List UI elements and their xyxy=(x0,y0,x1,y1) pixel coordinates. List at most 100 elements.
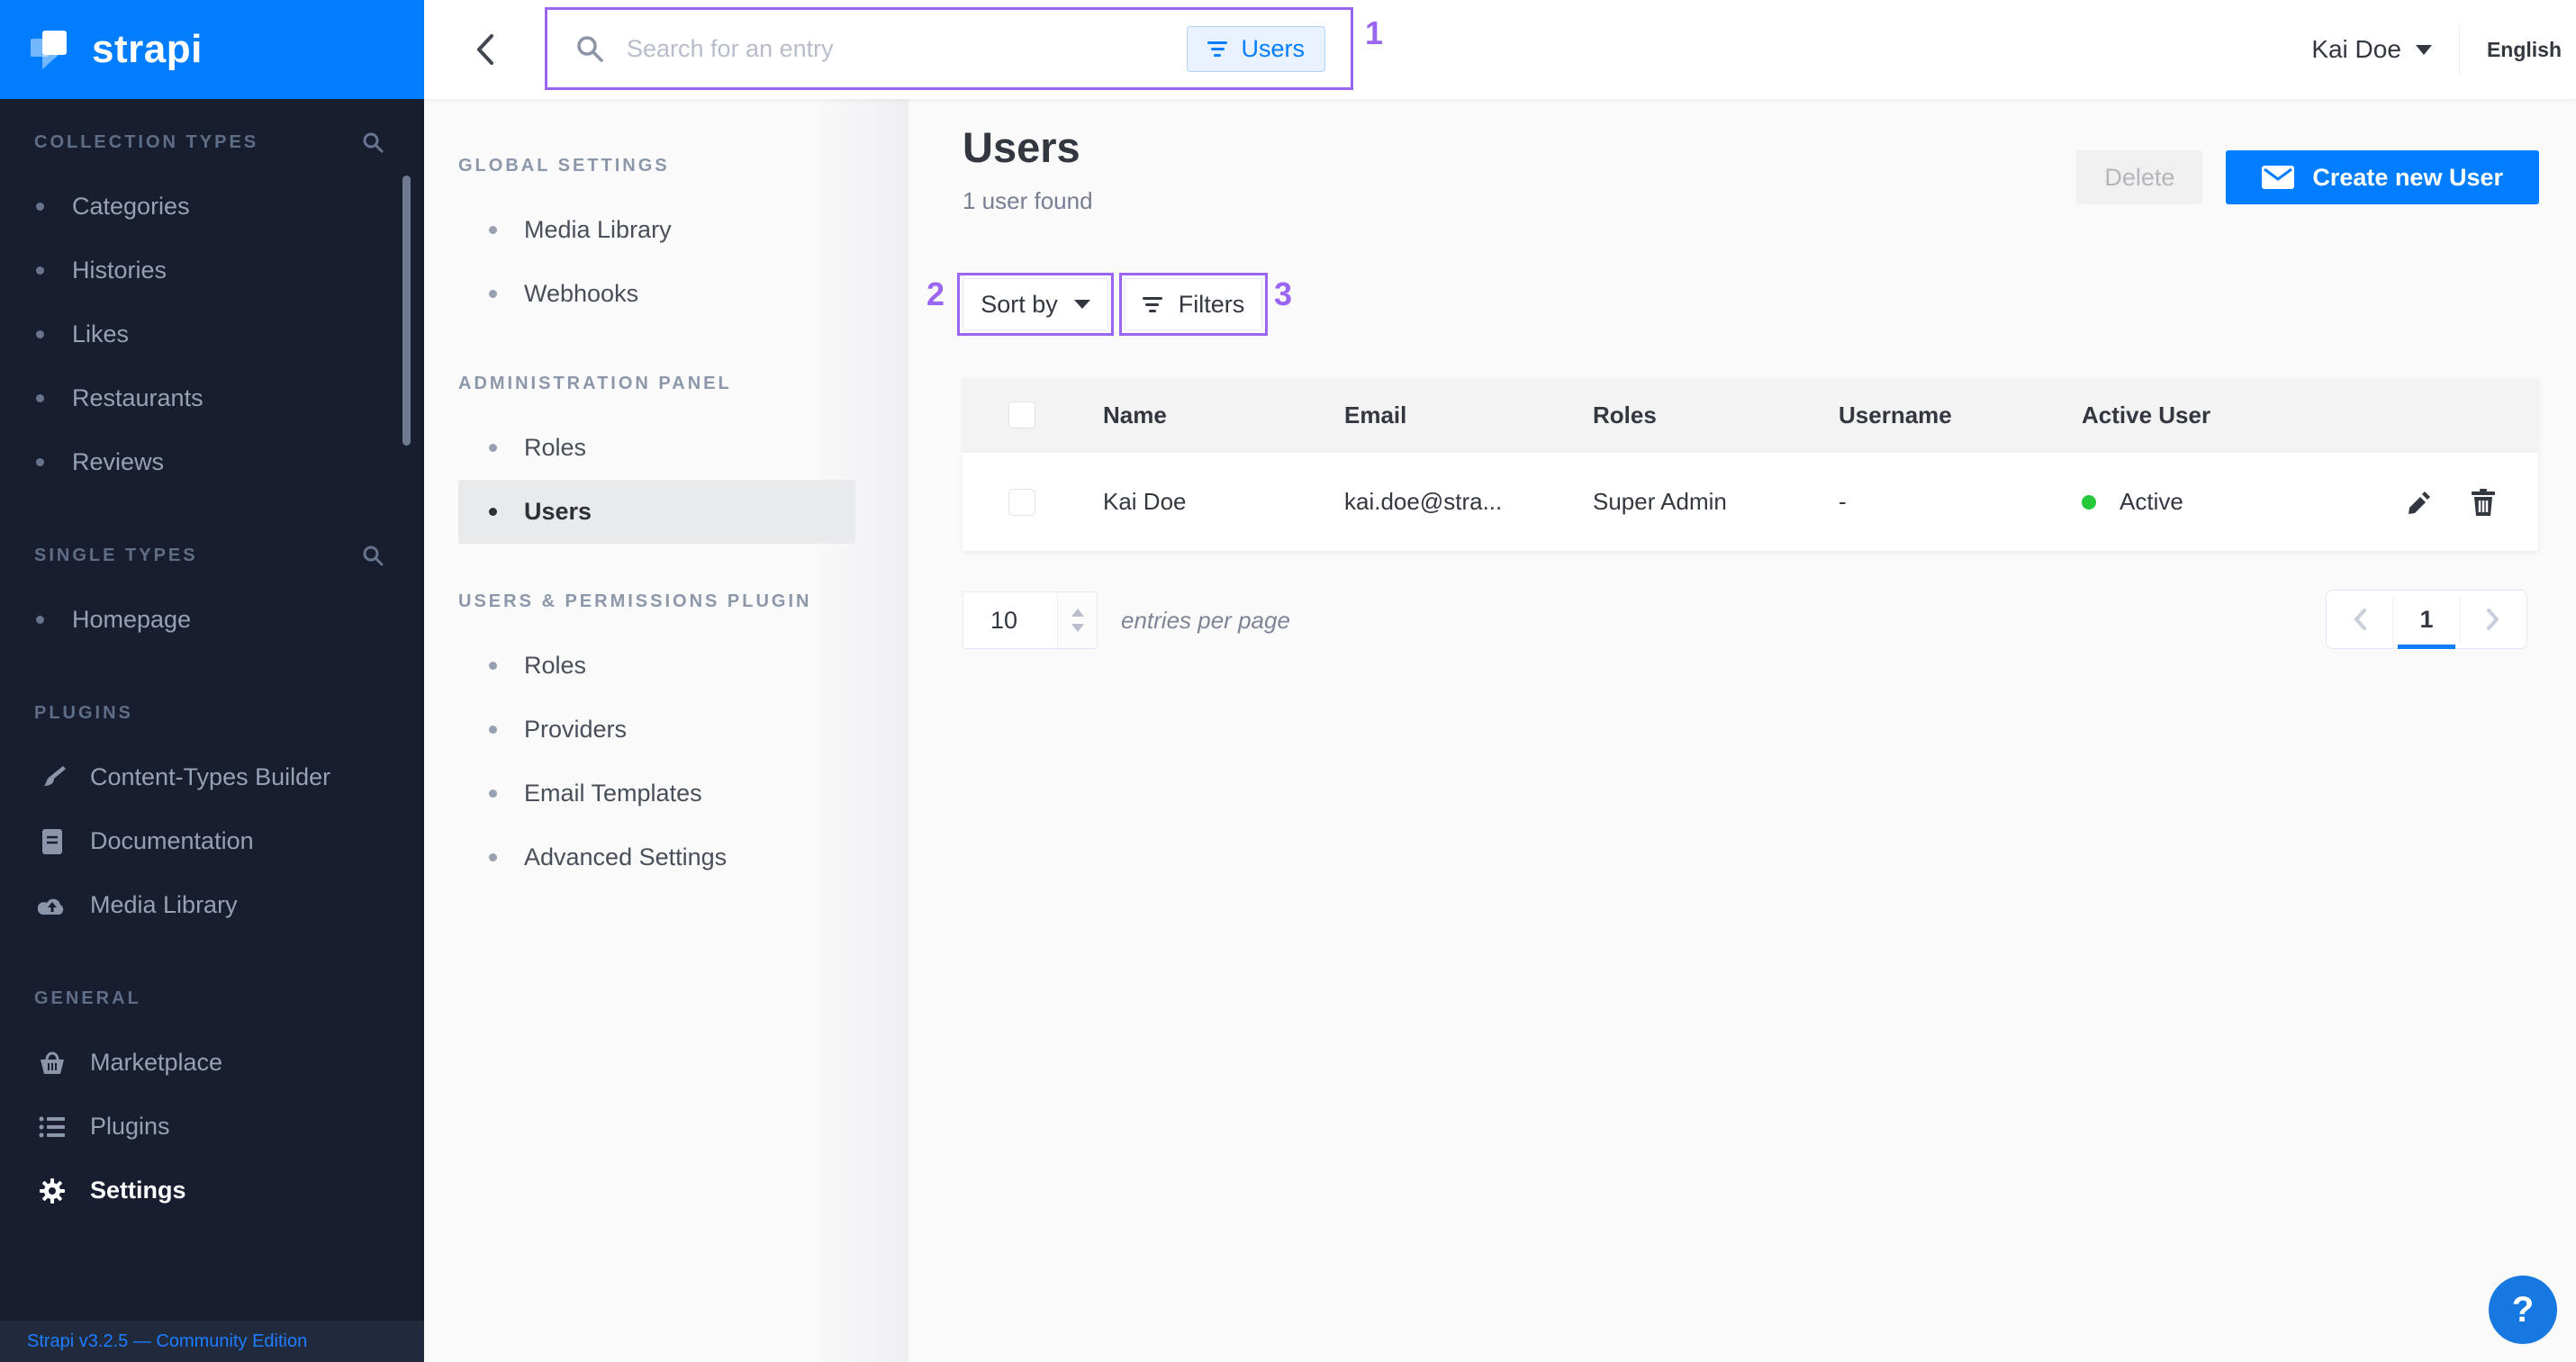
sidebar-item-content-types-builder[interactable]: Content-Types Builder xyxy=(0,745,424,809)
settings-sidebar: GLOBAL SETTINGS Media Library Webhooks A… xyxy=(424,99,908,1362)
filters-button[interactable]: Filters xyxy=(1125,278,1262,330)
main-sidebar: strapi COLLECTION TYPES Categories Histo… xyxy=(0,0,424,1362)
bullet-icon xyxy=(36,203,44,211)
chevron-down-icon xyxy=(2416,45,2432,55)
envelope-icon xyxy=(2262,166,2294,189)
delete-row-button[interactable] xyxy=(2472,489,2495,516)
pagination-next-button[interactable] xyxy=(2461,591,2526,648)
edit-button[interactable] xyxy=(2407,490,2432,515)
cell-name: Kai Doe xyxy=(1103,453,1187,551)
logo-text: strapi xyxy=(92,27,203,72)
settings-item-advanced-settings[interactable]: Advanced Settings xyxy=(458,825,855,889)
bullet-icon xyxy=(36,330,44,338)
users-table: Name Email Roles Username Active User Ka… xyxy=(963,378,2538,551)
chevron-down-icon xyxy=(1074,300,1090,309)
column-header-email: Email xyxy=(1344,378,1406,452)
stepper-up-icon xyxy=(1071,609,1084,617)
sidebar-item-plugins[interactable]: Plugins xyxy=(0,1095,424,1159)
bullet-icon xyxy=(36,394,44,402)
search-filter-tag[interactable]: Users xyxy=(1187,26,1325,72)
section-label-general: GENERAL xyxy=(34,988,141,1009)
table-row[interactable]: Kai Doe kai.doe@stra... Super Admin - Ac… xyxy=(963,452,2538,551)
filters-label: Filters xyxy=(1179,291,1245,319)
sidebar-item-marketplace[interactable]: Marketplace xyxy=(0,1031,424,1095)
section-single-types: SINGLE TYPES Homepage xyxy=(0,494,424,652)
pagination-page-1[interactable]: 1 xyxy=(2393,591,2459,648)
search-filter-tag-label: Users xyxy=(1241,35,1305,63)
sidebar-nav: COLLECTION TYPES Categories Histories Li… xyxy=(0,99,424,1222)
chevron-left-icon xyxy=(475,32,496,67)
sidebar-scrollbar[interactable] xyxy=(402,176,411,446)
list-icon xyxy=(36,1115,68,1139)
back-button[interactable] xyxy=(467,30,503,69)
settings-item-media-library[interactable]: Media Library xyxy=(458,198,855,262)
sidebar-item-media-library[interactable]: Media Library xyxy=(0,873,424,937)
annotation-step-3: 3 xyxy=(1274,275,1292,313)
create-new-user-button[interactable]: Create new User xyxy=(2226,150,2539,204)
sidebar-item-restaurants[interactable]: Restaurants xyxy=(0,366,424,430)
header-buttons: Delete Create new User xyxy=(2076,150,2539,204)
language-selector[interactable]: English xyxy=(2487,38,2562,62)
settings-item-webhooks[interactable]: Webhooks xyxy=(458,262,855,326)
sidebar-item-reviews[interactable]: Reviews xyxy=(0,430,424,494)
strapi-logo[interactable]: strapi xyxy=(0,0,424,99)
section-plugins: PLUGINS Content-Types Builder Documentat… xyxy=(0,652,424,937)
trash-icon xyxy=(2472,489,2495,516)
section-administration-panel: ADMINISTRATION PANEL Roles Users xyxy=(424,326,908,544)
sidebar-item-categories[interactable]: Categories xyxy=(0,175,424,239)
sort-by-button[interactable]: Sort by xyxy=(963,278,1108,330)
search-bar-annotated: Users xyxy=(545,7,1353,90)
topbar-divider xyxy=(2459,24,2460,75)
bullet-icon xyxy=(489,789,497,798)
section-general: GENERAL Marketplace Plugins xyxy=(0,937,424,1222)
annotation-step-2: 2 xyxy=(926,275,945,313)
active-status-label: Active xyxy=(2120,488,2183,516)
sidebar-item-documentation[interactable]: Documentation xyxy=(0,809,424,873)
sidebar-item-settings[interactable]: Settings xyxy=(0,1159,424,1222)
topbar: Users 1 Kai Doe English xyxy=(424,0,2576,99)
pencil-icon xyxy=(2407,490,2432,515)
bullet-icon xyxy=(489,853,497,861)
settings-item-up-roles[interactable]: Roles xyxy=(458,634,855,698)
bullet-icon xyxy=(489,290,497,298)
strapi-logo-icon xyxy=(31,28,74,71)
settings-item-admin-roles[interactable]: Roles xyxy=(458,416,855,480)
column-header-roles: Roles xyxy=(1593,378,1657,452)
search-icon[interactable] xyxy=(361,544,384,567)
cell-username: - xyxy=(1839,453,1847,551)
section-label-users-permissions: USERS & PERMISSIONS PLUGIN xyxy=(424,591,908,612)
settings-item-admin-users[interactable]: Users xyxy=(458,480,855,544)
bullet-icon xyxy=(36,616,44,624)
basket-icon xyxy=(36,1051,68,1076)
page-size-select[interactable]: 10 xyxy=(963,591,1098,649)
settings-item-providers[interactable]: Providers xyxy=(458,698,855,762)
chevron-right-icon xyxy=(2486,608,2500,631)
section-label-global-settings: GLOBAL SETTINGS xyxy=(424,155,908,176)
row-actions xyxy=(2407,453,2495,551)
search-icon xyxy=(574,33,605,64)
search-input[interactable] xyxy=(627,35,1187,63)
strapi-version-link[interactable]: Strapi v3.2.5 — Community Edition xyxy=(27,1331,307,1352)
delete-button[interactable]: Delete xyxy=(2076,150,2202,204)
page-subtitle: 1 user found xyxy=(963,187,1093,215)
topbar-right: Kai Doe English xyxy=(2311,0,2562,99)
search-icon[interactable] xyxy=(361,131,384,154)
user-menu[interactable]: Kai Doe xyxy=(2311,35,2432,64)
section-label-collection-types: COLLECTION TYPES xyxy=(34,132,258,153)
pagination-prev-button[interactable] xyxy=(2327,591,2392,648)
sidebar-item-homepage[interactable]: Homepage xyxy=(0,588,424,652)
section-users-permissions-plugin: USERS & PERMISSIONS PLUGIN Roles Provide… xyxy=(424,544,908,889)
select-all-checkbox[interactable] xyxy=(1008,401,1035,428)
section-label-plugins: PLUGINS xyxy=(34,703,133,724)
gear-icon xyxy=(36,1177,68,1204)
settings-item-email-templates[interactable]: Email Templates xyxy=(458,762,855,825)
sidebar-item-histories[interactable]: Histories xyxy=(0,239,424,302)
column-header-name: Name xyxy=(1103,378,1167,452)
row-checkbox[interactable] xyxy=(1008,489,1035,516)
help-button[interactable]: ? xyxy=(2489,1276,2557,1344)
page-size-stepper[interactable] xyxy=(1057,592,1097,648)
bullet-icon xyxy=(489,508,497,516)
paintbrush-icon xyxy=(36,764,68,791)
bullet-icon xyxy=(489,226,497,234)
sidebar-item-likes[interactable]: Likes xyxy=(0,302,424,366)
